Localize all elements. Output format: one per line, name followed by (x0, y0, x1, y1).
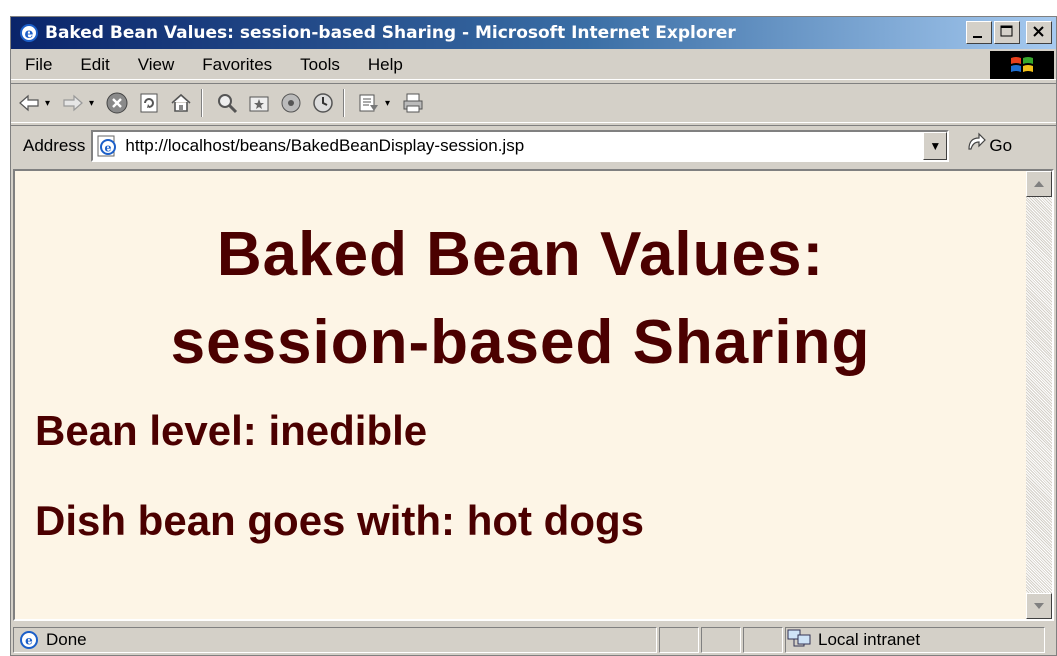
status-bar: e Done Local intranet (11, 625, 1056, 655)
address-dropdown-icon[interactable]: ▼ (923, 131, 948, 160)
address-bar: Address e http://localhost/beans/BakedBe… (11, 125, 1056, 165)
address-input[interactable]: e http://localhost/beans/BakedBeanDispla… (91, 129, 950, 162)
refresh-icon[interactable] (135, 89, 163, 117)
back-dropdown-icon[interactable]: ▾ (45, 98, 55, 109)
heading-line-1: Baked Bean Values: (216, 220, 825, 289)
menu-bar: File Edit View Favorites Tools Help (11, 50, 1056, 80)
address-url: http://localhost/beans/BakedBeanDisplay-… (125, 135, 525, 155)
zone-text: Local intranet (818, 630, 921, 649)
menu-tools[interactable]: Tools (286, 55, 354, 75)
media-icon[interactable] (277, 89, 305, 117)
search-icon[interactable] (213, 89, 241, 117)
windows-logo-icon (990, 51, 1054, 79)
intranet-icon (786, 627, 814, 654)
page-content: Baked Bean Values: session-based Sharing… (15, 171, 1026, 619)
ie-page-icon: e (18, 629, 40, 651)
status-pane (743, 627, 783, 653)
scroll-up-button[interactable] (1026, 171, 1052, 197)
favorites-icon[interactable] (245, 89, 273, 117)
security-zone-pane: Local intranet (785, 627, 1045, 653)
maximize-button[interactable] (994, 21, 1020, 44)
stop-icon[interactable] (103, 89, 131, 117)
status-pane (701, 627, 741, 653)
svg-text:e: e (25, 634, 33, 648)
scroll-down-button[interactable] (1026, 593, 1052, 619)
mail-dropdown-icon[interactable]: ▾ (385, 98, 395, 109)
status-main-pane: e Done (13, 627, 657, 653)
menu-edit[interactable]: Edit (66, 55, 123, 75)
toolbar-separator (201, 89, 203, 117)
address-label: Address (23, 135, 86, 155)
toolbar: ▾ ▾ ▾ (11, 83, 1056, 123)
browser-window: e Baked Bean Values: session-based Shari… (10, 16, 1057, 656)
menu-file[interactable]: File (11, 55, 66, 75)
forward-dropdown-icon[interactable]: ▾ (89, 98, 99, 109)
minimize-button[interactable] (966, 21, 992, 44)
go-button[interactable]: Go (965, 132, 1012, 159)
status-pane (659, 627, 699, 653)
title-bar[interactable]: e Baked Bean Values: session-based Shari… (11, 17, 1056, 49)
history-icon[interactable] (309, 89, 337, 117)
menu-help[interactable]: Help (354, 55, 417, 75)
status-text: Done (46, 630, 87, 649)
window-title: Baked Bean Values: session-based Sharing… (45, 23, 736, 43)
go-label: Go (989, 135, 1013, 155)
ie-logo-icon: e (19, 23, 39, 43)
page-icon: e (95, 134, 119, 158)
print-icon[interactable] (399, 89, 427, 117)
home-icon[interactable] (167, 89, 195, 117)
svg-text:e: e (25, 26, 34, 42)
go-arrow-icon (965, 132, 987, 159)
menu-view[interactable]: View (124, 55, 189, 75)
vertical-scrollbar[interactable] (1026, 171, 1052, 619)
close-button[interactable] (1026, 21, 1052, 44)
menu-favorites[interactable]: Favorites (188, 55, 286, 75)
dish-text: Dish bean goes with: hot dogs (35, 497, 644, 544)
heading-line-2: session-based Sharing (170, 308, 871, 377)
bean-level-text: Bean level: inedible (35, 407, 428, 454)
content-frame: Baked Bean Values: session-based Sharing… (13, 169, 1054, 621)
toolbar-separator (343, 89, 345, 117)
mail-icon[interactable] (355, 89, 383, 117)
back-icon[interactable] (15, 89, 43, 117)
forward-icon[interactable] (59, 89, 87, 117)
svg-text:e: e (105, 141, 112, 154)
page-heading: Baked Bean Values: session-based Sharing (15, 211, 1026, 387)
